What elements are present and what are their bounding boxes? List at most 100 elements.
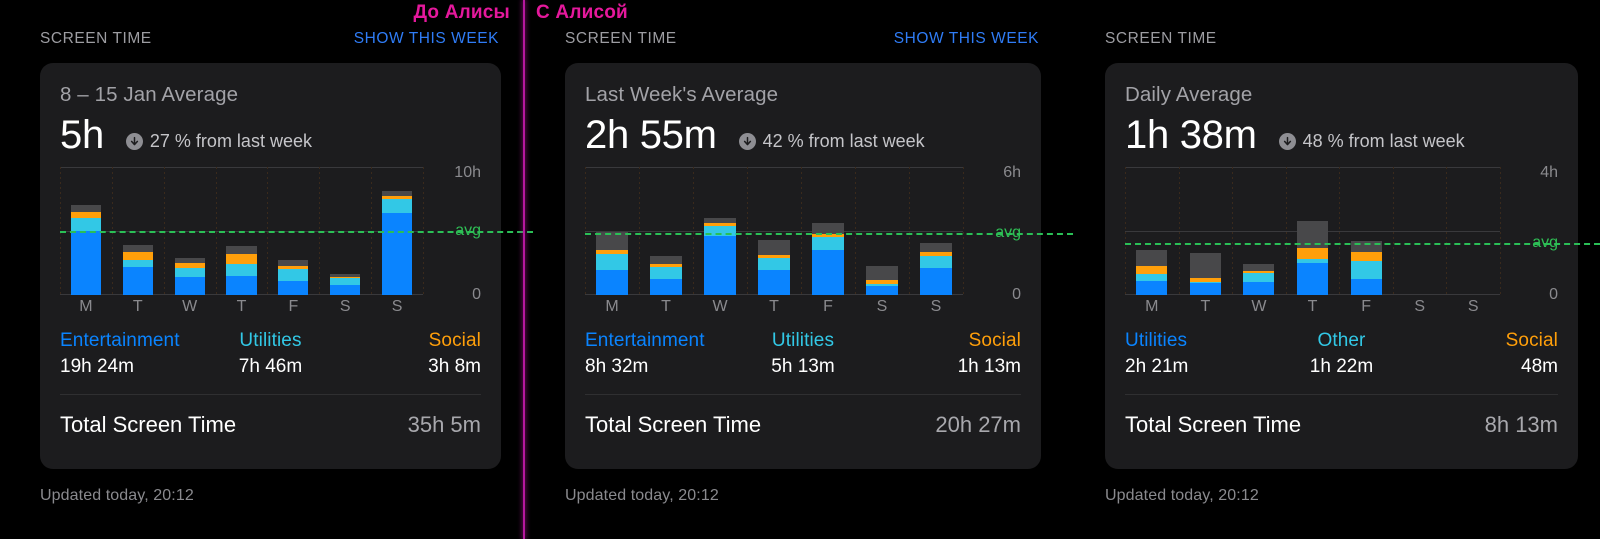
total-label: Total Screen Time (60, 412, 237, 437)
legend-item[interactable]: Social 3h 8m (341, 330, 481, 378)
legend-item[interactable]: Entertainment 8h 32m (585, 330, 730, 378)
show-this-week-link[interactable]: SHOW THIS WEEK (894, 30, 1039, 48)
day-label: F (1361, 298, 1371, 315)
day-label: S (876, 298, 888, 315)
legend-item[interactable]: Utilities 5h 13m (730, 330, 875, 378)
stacked-bar[interactable] (382, 190, 413, 295)
panel-divider (523, 0, 525, 539)
legend-item[interactable]: Other 1h 22m (1269, 330, 1413, 378)
annotation-before-label: До Алисы (413, 2, 510, 23)
category-legend: Utilities 2h 21m Other 1h 22m Social 48m (1125, 330, 1558, 378)
stacked-bar[interactable] (1350, 240, 1382, 295)
stacked-bar[interactable] (122, 245, 153, 295)
bar-segment (278, 280, 309, 295)
screen-time-card[interactable]: 8 – 15 Jan Average 5h 27 % from last wee… (40, 63, 533, 469)
stacked-bar[interactable] (596, 232, 628, 295)
stacked-bar[interactable] (174, 257, 205, 295)
divider-line (1125, 394, 1558, 395)
stacked-bar[interactable] (758, 239, 790, 295)
total-screen-time-row[interactable]: Total Screen Time 8h 13m (1125, 412, 1558, 438)
bar-segment (1350, 251, 1382, 262)
total-screen-time-row[interactable]: Total Screen Time 35h 5m (60, 412, 481, 438)
legend-item[interactable]: Utilities 2h 21m (1125, 330, 1269, 378)
bar-segment (812, 236, 844, 251)
bar-slot[interactable] (909, 167, 963, 295)
legend-value: 8h 32m (585, 356, 649, 377)
bar-segment (382, 199, 413, 214)
average-row: 2h 55m 42 % from last week (585, 111, 1021, 157)
stacked-bar[interactable] (278, 260, 309, 295)
chart-plot-area (585, 167, 964, 295)
delta-text: 27 % from last week (149, 131, 312, 151)
annotation-after-label: С Алисой (536, 2, 628, 23)
usage-bar-chart[interactable]: 4h 0 avg (1125, 164, 1600, 303)
legend-item[interactable]: Social 1h 13m (876, 330, 1021, 378)
bar-slot[interactable] (1179, 167, 1233, 295)
stacked-bar[interactable] (1136, 250, 1168, 295)
average-row: 1h 38m 48 % from last week (1125, 111, 1558, 157)
stacked-bar[interactable] (226, 246, 257, 295)
average-value: 1h 38m (1125, 113, 1257, 157)
y-axis-bottom-label: 0 (1549, 286, 1558, 303)
y-axis-top-label: 6h (1003, 164, 1021, 181)
section-title: SCREEN TIME (1105, 30, 1217, 47)
legend-value: 1h 22m (1309, 356, 1374, 377)
bar-segment (1243, 281, 1275, 295)
bar-slot[interactable] (1286, 167, 1340, 295)
show-this-week-link[interactable]: SHOW THIS WEEK (354, 30, 499, 48)
bar-slot[interactable] (1125, 167, 1179, 295)
category-legend: Entertainment 19h 24m Utilities 7h 46m S… (60, 330, 481, 378)
divider-line (60, 394, 481, 395)
updated-timestamp: Updated today, 20:12 (40, 487, 194, 504)
average-value: 2h 55m (585, 113, 717, 157)
bar-segment (866, 286, 898, 295)
total-value: 20h 27m (935, 412, 1021, 437)
screen-time-card[interactable]: Last Week's Average 2h 55m 42 % from las… (565, 63, 1073, 469)
usage-bar-chart[interactable]: 6h 0 avg (585, 164, 1073, 303)
bar-segment (866, 266, 898, 280)
total-screen-time-row[interactable]: Total Screen Time 20h 27m (585, 412, 1021, 438)
bar-slot[interactable] (1339, 167, 1393, 295)
average-row: 5h 27 % from last week (60, 111, 481, 157)
bar-slot[interactable] (801, 167, 855, 295)
stacked-bar[interactable] (330, 273, 361, 295)
card-period-label: Daily Average (1125, 83, 1253, 106)
bar-slot[interactable] (855, 167, 909, 295)
bar-segment (226, 254, 257, 265)
bar-slot[interactable] (1232, 167, 1286, 295)
stacked-bar[interactable] (1243, 263, 1275, 295)
chart-vertical-gridline (1500, 167, 1501, 295)
day-label: T (661, 298, 671, 315)
y-axis-bottom-label: 0 (1012, 286, 1021, 303)
legend-name: Utilities (771, 330, 835, 351)
day-axis-labels: MTWTFSS (1125, 298, 1558, 316)
stacked-bar[interactable] (920, 242, 952, 295)
divider-line (585, 394, 1021, 395)
bar-segment (596, 232, 628, 250)
bar-segment (226, 264, 257, 276)
day-label: S (1414, 298, 1426, 315)
stacked-bar[interactable] (704, 218, 736, 295)
bar-slot[interactable] (585, 167, 639, 295)
stacked-bar[interactable] (1189, 253, 1221, 295)
legend-item[interactable]: Utilities 7h 46m (200, 330, 340, 378)
legend-name: Social (428, 330, 481, 351)
stacked-bar[interactable] (650, 256, 682, 295)
usage-bar-chart[interactable]: 10h 0 avg (60, 164, 533, 303)
stacked-bar[interactable] (866, 266, 898, 295)
legend-item[interactable]: Social 48m (1414, 330, 1558, 378)
bar-slot[interactable] (693, 167, 747, 295)
chart-bars (1125, 167, 1500, 295)
bar-slot[interactable] (1393, 167, 1447, 295)
bar-slot[interactable] (747, 167, 801, 295)
bar-segment (226, 246, 257, 255)
legend-item[interactable]: Entertainment 19h 24m (60, 330, 200, 378)
bar-segment (1243, 263, 1275, 272)
bar-slot[interactable] (1446, 167, 1500, 295)
bar-slot[interactable] (639, 167, 693, 295)
screen-time-card[interactable]: Daily Average 1h 38m 48 % from last week… (1105, 63, 1600, 469)
stacked-bar[interactable] (1296, 220, 1329, 295)
screen-time-panel-3: SCREEN TIME Daily Average 1h 38m 48 % fr… (1063, 0, 1600, 539)
day-axis-labels: MTWTFSS (585, 298, 1021, 316)
stacked-bar[interactable] (70, 204, 101, 295)
